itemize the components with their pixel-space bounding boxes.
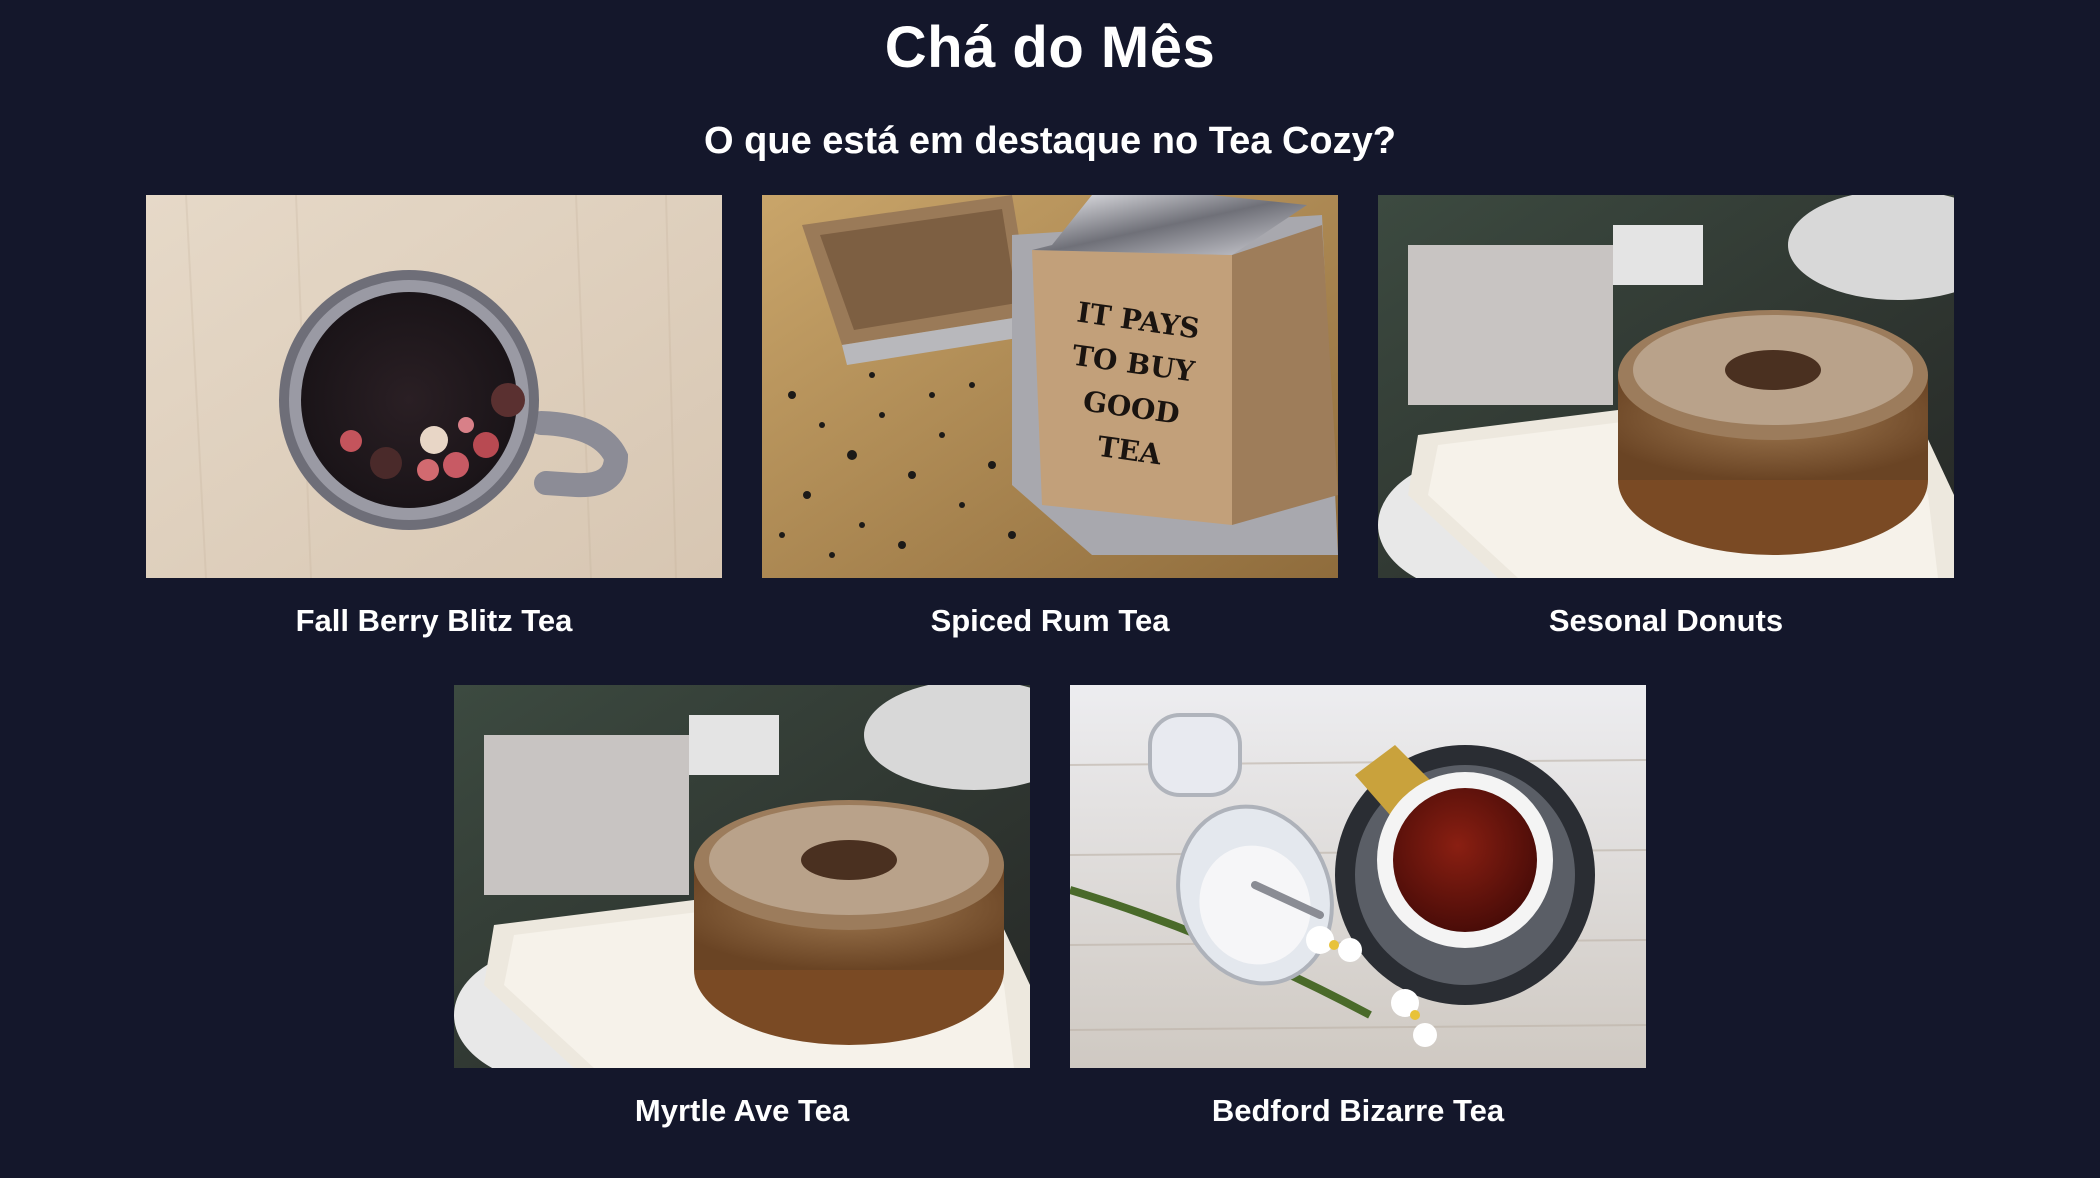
product-name: Myrtle Ave Tea: [634, 1093, 850, 1128]
product-name: Spiced Rum Tea: [930, 603, 1170, 638]
product-card-bedford-bizarre: Bedford Bizarre Tea: [1070, 685, 1646, 1132]
product-card-fall-berry-blitz: Fall Berry Blitz Tea: [146, 195, 722, 642]
mug-with-berries-photo: [146, 195, 722, 578]
product-card-spiced-rum: IT PAYS TO BUY GOOD TEA Spiced Rum Tea: [762, 195, 1338, 642]
page-subtitle: O que está em destaque no Tea Cozy?: [704, 120, 1396, 162]
tea-crate-photo: IT PAYS TO BUY GOOD TEA: [762, 195, 1338, 578]
donut-photo: [1378, 195, 1954, 578]
product-name: Bedford Bizarre Tea: [1211, 1093, 1505, 1128]
product-card-sesonal-donuts: Sesonal Donuts: [1378, 195, 1954, 642]
page-title: Chá do Mês: [884, 15, 1216, 80]
donut-photo: [454, 685, 1030, 1068]
product-name: Fall Berry Blitz Tea: [295, 603, 573, 638]
product-grid: Fall Berry Blitz Tea IT PAYS TO BUY GOOD…: [0, 195, 2100, 1132]
product-card-myrtle-ave: Myrtle Ave Tea: [454, 685, 1030, 1132]
teacup-and-jar-photo: [1070, 685, 1646, 1068]
product-name: Sesonal Donuts: [1548, 603, 1784, 638]
